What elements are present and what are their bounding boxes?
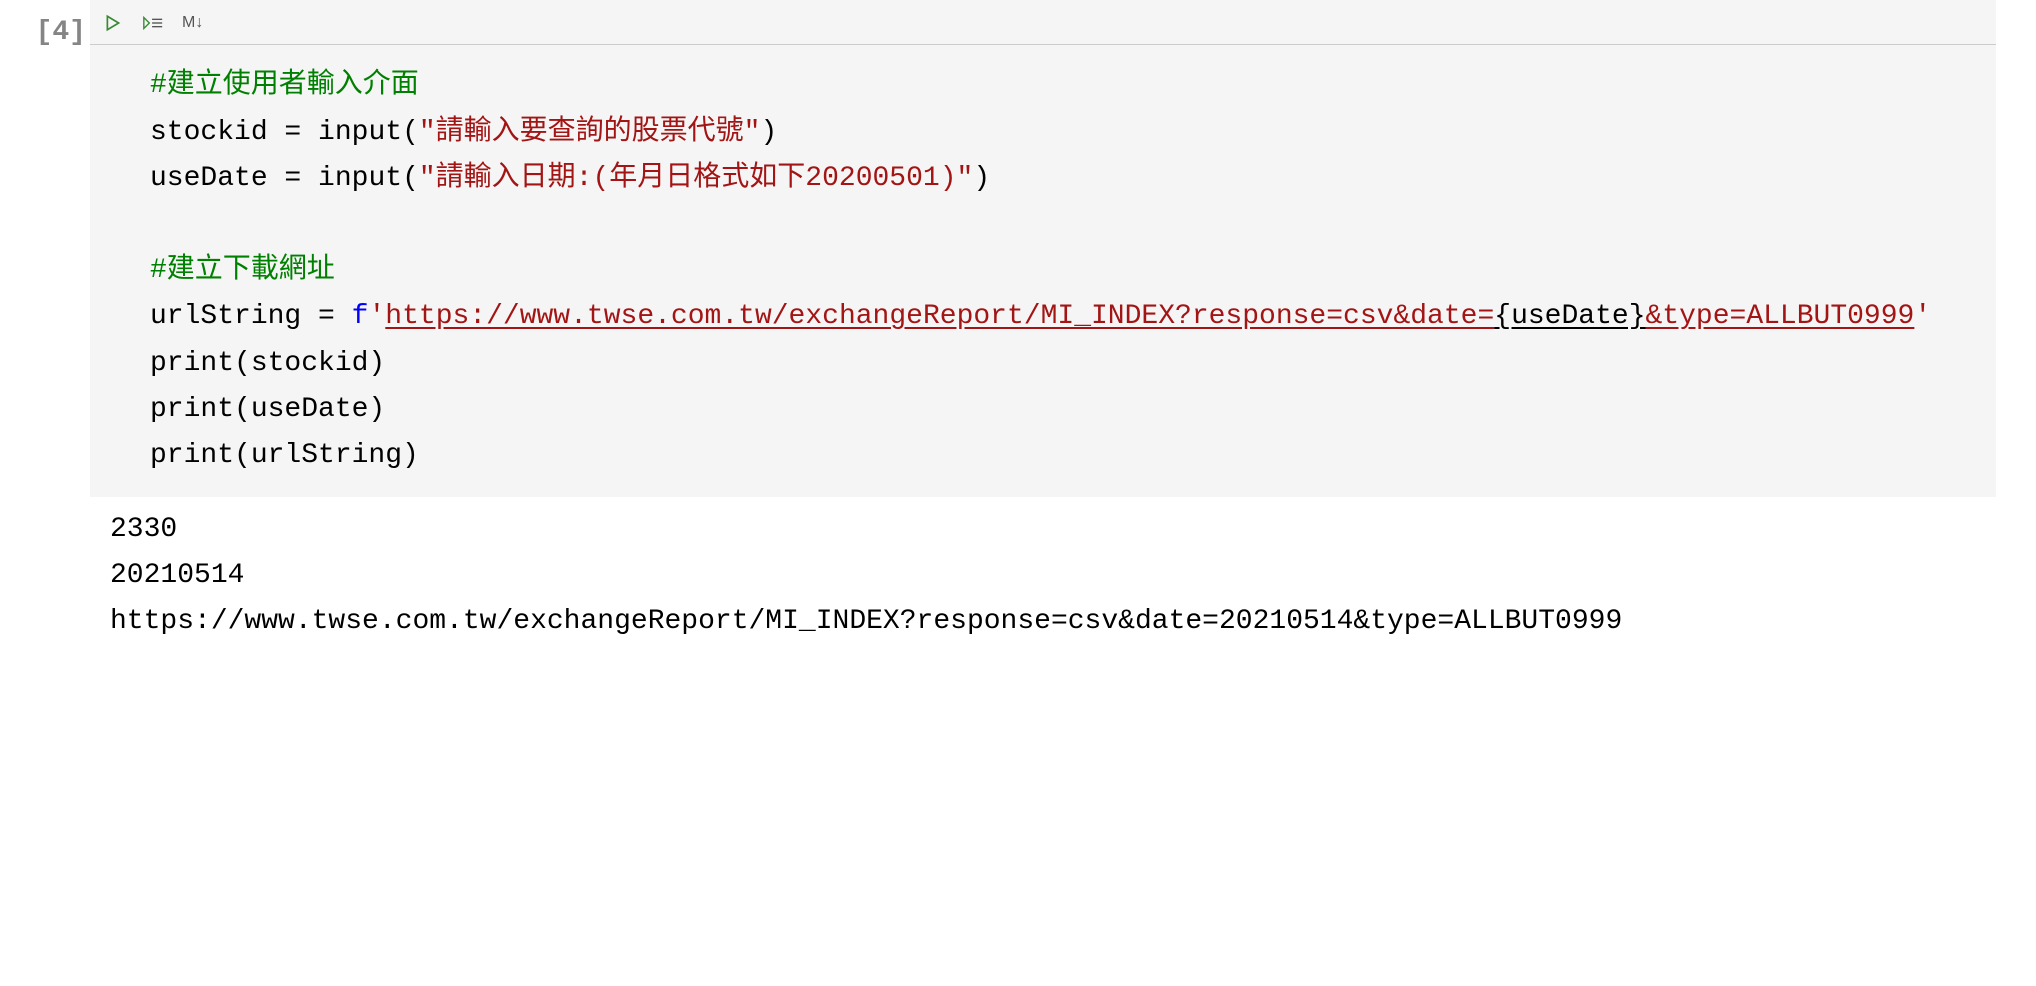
code-stmt: print(useDate) bbox=[150, 394, 385, 425]
code-interpolation: {useDate} bbox=[1494, 301, 1645, 332]
code-comment: #建立下載網址 bbox=[150, 255, 335, 286]
code-op: = bbox=[268, 117, 318, 148]
output-line: https://www.twse.com.tw/exchangeReport/M… bbox=[110, 606, 1622, 637]
prompt-area: [4] bbox=[0, 0, 90, 656]
code-stmt: print(stockid) bbox=[150, 348, 385, 379]
code-url: &type=ALLBUT0999 bbox=[1646, 301, 1915, 332]
code-url: https://www.twse.com.tw/exchangeReport/M… bbox=[385, 301, 1494, 332]
cell-toolbar: M↓ bbox=[90, 0, 1996, 45]
code-string: "請輸入要查詢的股票代號" bbox=[419, 117, 761, 148]
code-quote: ' bbox=[1914, 301, 1931, 332]
code-builtin: input bbox=[318, 163, 402, 194]
code-var: stockid bbox=[150, 117, 268, 148]
code-fprefix: f bbox=[352, 301, 369, 332]
output-line: 2330 bbox=[110, 514, 177, 545]
code-var: urlString bbox=[150, 301, 301, 332]
code-builtin: input bbox=[318, 117, 402, 148]
code-op: = bbox=[301, 301, 351, 332]
run-cell-icon[interactable] bbox=[102, 12, 124, 34]
code-comment: #建立使用者輸入介面 bbox=[150, 70, 419, 101]
code-var: useDate bbox=[150, 163, 268, 194]
code-paren: ) bbox=[973, 163, 990, 194]
code-op: = bbox=[268, 163, 318, 194]
code-stmt: print(urlString) bbox=[150, 440, 419, 471]
code-paren: ( bbox=[402, 163, 419, 194]
cell-output: 2330 20210514 https://www.twse.com.tw/ex… bbox=[90, 497, 1996, 656]
code-paren: ( bbox=[402, 117, 419, 148]
run-by-line-icon[interactable] bbox=[142, 12, 164, 34]
cell-content: M↓ #建立使用者輸入介面 stockid = input("請輸入要查詢的股票代… bbox=[90, 0, 2036, 656]
output-line: 20210514 bbox=[110, 560, 244, 591]
execution-count: [4] bbox=[20, 10, 86, 56]
code-paren: ) bbox=[760, 117, 777, 148]
markdown-toggle[interactable]: M↓ bbox=[182, 10, 203, 36]
code-string: "請輸入日期:(年月日格式如下20200501)" bbox=[419, 163, 973, 194]
code-editor[interactable]: #建立使用者輸入介面 stockid = input("請輸入要查詢的股票代號")… bbox=[90, 45, 1996, 497]
notebook-cell: [4] M↓ #建立使用者輸入介面 stockid = input("請輸入要查詢… bbox=[0, 0, 2036, 656]
code-quote: ' bbox=[368, 301, 385, 332]
